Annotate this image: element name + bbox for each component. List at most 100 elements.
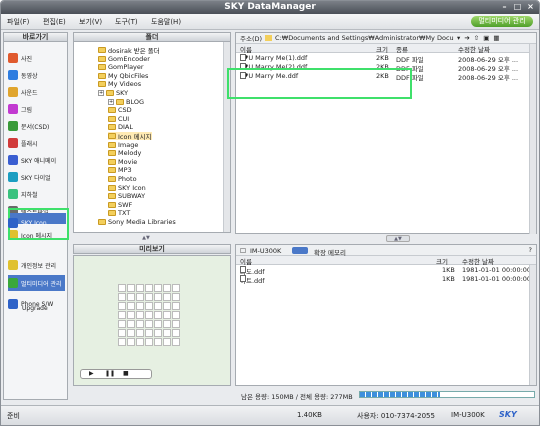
sidebar-item-6[interactable]: SKY 애니메이 (8, 154, 56, 166)
col-size[interactable]: 크기 (436, 256, 448, 266)
preview-cell (127, 329, 135, 337)
sidebar-item-4[interactable]: 문서(CSD) (8, 120, 49, 132)
usage-text: 남은 용량: 150MB / 전체 용량: 277MB (241, 393, 353, 401)
close-icon[interactable]: × (526, 3, 535, 12)
preview-cell (136, 293, 144, 301)
menu-tools[interactable]: 도구(T) (115, 17, 138, 27)
status-bar: 준비 1.40KB 사용자: 010-7374-2055 IM-U300K SK… (1, 405, 539, 425)
lower-scrollbar[interactable] (529, 265, 536, 385)
sidebar-item-8[interactable]: 지하철 (8, 188, 38, 200)
memory-toggle-icon[interactable] (292, 247, 308, 254)
upper-file-panel: 주소(D) C:₩Documents and Settings₩Administ… (235, 32, 537, 234)
window-title: SKY DataManager (224, 2, 316, 12)
folder-label: SUBWAY (118, 192, 146, 201)
menu-file[interactable]: 파일(F) (7, 17, 29, 27)
preview-cell (127, 302, 135, 310)
folder-item[interactable]: SUBWAY (108, 192, 145, 200)
go-icon[interactable]: ➔ (464, 34, 469, 42)
folder-item[interactable]: Sony Media Libraries (98, 218, 176, 226)
expand-icon[interactable]: + (108, 98, 114, 105)
folder-item[interactable]: GomPlayer (98, 63, 144, 71)
menu-help[interactable]: 도움말(H) (151, 17, 181, 27)
sidebar-item-label: 플래시 (21, 140, 38, 148)
folder-item[interactable]: MP3 (108, 166, 132, 174)
col-name[interactable]: 이름 (240, 44, 252, 54)
folder-item[interactable]: SWF (108, 201, 132, 209)
folder-label: Movie (118, 157, 138, 166)
file-name: 하트.ddf (240, 275, 265, 285)
folder-item[interactable]: Image (108, 141, 138, 149)
dropdown-icon[interactable]: ▾ (457, 34, 460, 42)
folder-item[interactable]: My Videos (98, 80, 141, 88)
sidebar-item-label: SKY 다이얼 (21, 174, 51, 182)
maximize-icon[interactable]: □ (513, 3, 522, 12)
folder-item[interactable]: dosirak 받은 폴더 (98, 46, 160, 55)
folder-item[interactable]: Photo (108, 175, 137, 183)
view-mode-icon[interactable]: ▦ (493, 34, 499, 42)
file-icon (240, 275, 246, 282)
address-field[interactable]: C:₩Documents and Settings₩Administrator₩… (275, 34, 455, 42)
file-name: [♥U Marry Me(1).ddf (240, 54, 307, 62)
new-folder-icon[interactable]: ▣ (483, 34, 489, 42)
help-icon[interactable]: ? (529, 246, 532, 254)
preview-cell (154, 320, 162, 328)
col-type[interactable]: 종류 (396, 44, 408, 54)
sidebar-bottom-2[interactable]: Phone S/W Upgrade (8, 296, 53, 312)
status-user: 사용자: 010-7374-2055 (357, 412, 435, 420)
menu-view[interactable]: 보기(V) (79, 17, 102, 27)
folder-item[interactable]: CUI (108, 115, 129, 123)
table-row[interactable]: 파도.ddf 1KB 1981-01-01 00:00:00 (236, 266, 536, 276)
file-date: 1981-01-01 00:00:00 (462, 266, 532, 274)
table-row[interactable]: 하트.ddf 1KB 1981-01-01 00:00:00 (236, 275, 536, 285)
multimedia-manage-button[interactable]: 멀티미디어 관리 (471, 16, 533, 27)
splitter-handle[interactable]: ▲▼ (386, 235, 410, 242)
preview-cell (163, 329, 171, 337)
minimize-icon[interactable]: – (500, 3, 509, 12)
sidebar-item-7[interactable]: SKY 다이얼 (8, 171, 51, 183)
folder-label: MP3 (118, 166, 132, 175)
folder-item[interactable]: SKY Icon (108, 184, 146, 192)
preview-cell (163, 293, 171, 301)
sidebar-item-3[interactable]: 그림 (8, 103, 32, 115)
col-size[interactable]: 크기 (376, 44, 388, 54)
up-folder-icon[interactable]: ⇧ (474, 34, 479, 42)
folder-item[interactable]: GomEncoder (98, 55, 150, 63)
folder-item[interactable]: CSD (108, 106, 132, 114)
folder-icon (265, 35, 273, 41)
col-date[interactable]: 수정한 날짜 (458, 44, 490, 54)
sidebar-bottom-1[interactable]: 멀티미디어 관리 (8, 275, 65, 291)
splitter-handle[interactable]: ▲▼ (131, 235, 161, 241)
sidebar-item-10[interactable]: SKY Icon (8, 217, 47, 229)
folder-label: GomPlayer (108, 63, 144, 72)
sidebar-item-0[interactable]: 사진 (8, 52, 32, 64)
folder-icon (98, 219, 106, 225)
player-controls[interactable]: ▶ ❚❚ ■ (80, 369, 152, 379)
play-icon[interactable]: ▶ (89, 370, 94, 377)
sidebar-item-label: SKY 애니메이 (21, 157, 57, 165)
preview-cell (127, 293, 135, 301)
folder-icon (108, 201, 116, 208)
sidebar-bottom-0[interactable]: 개인정보 관리 (8, 257, 56, 273)
sidebar-item-2[interactable]: 사운드 (8, 86, 38, 98)
folder-item[interactable]: + SKY (98, 89, 128, 97)
col-name[interactable]: 이름 (240, 256, 252, 266)
sidebar-item-5[interactable]: 플래시 (8, 137, 38, 149)
menu-edit[interactable]: 편집(E) (43, 17, 66, 27)
folder-label: Icon 메시지 (118, 133, 152, 141)
preview-cell (172, 320, 180, 328)
folder-item[interactable]: My QbicFiles (98, 72, 148, 80)
pause-icon[interactable]: ❚❚ (105, 370, 115, 377)
stop-icon[interactable]: ■ (123, 370, 129, 377)
folder-item[interactable]: Movie (108, 158, 137, 166)
folder-item[interactable]: Icon 메시지 (108, 132, 152, 141)
sidebar-item-1[interactable]: 동영상 (8, 69, 38, 81)
folder-item[interactable]: TXT (108, 209, 130, 217)
folder-item[interactable]: Melody (108, 149, 141, 157)
table-row[interactable]: [♥U Marry Me(1).ddf 2KB DDF 파일 2008-06-29 오… (236, 54, 536, 64)
upper-scrollbar[interactable] (529, 44, 536, 234)
sidebar-item-label: Upgrade (22, 305, 48, 312)
folder-item[interactable]: + BLOG (108, 98, 144, 106)
col-date[interactable]: 수정한 날짜 (462, 256, 494, 266)
folder-label: SKY Icon (118, 183, 146, 192)
expand-icon[interactable]: + (98, 90, 104, 96)
